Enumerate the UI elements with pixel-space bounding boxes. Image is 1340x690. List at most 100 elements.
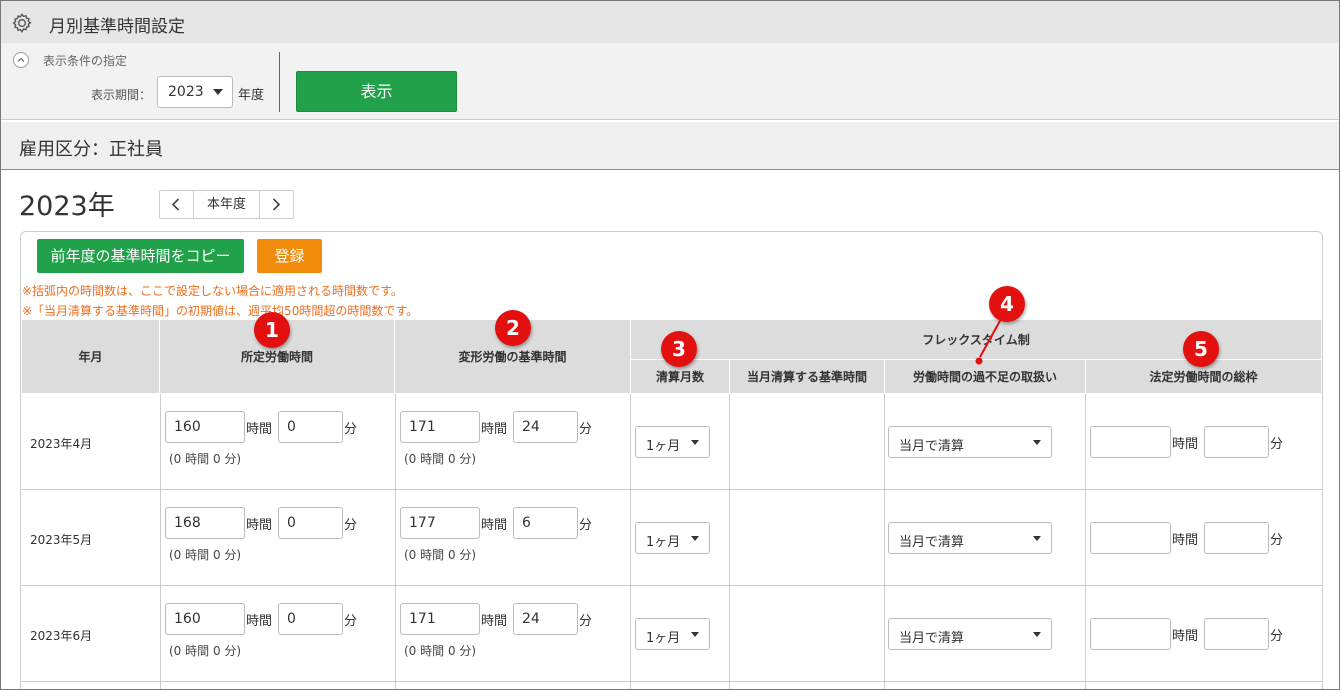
filter-section-label: 表示条件の指定 [43, 54, 128, 68]
dropdown-caret-icon [213, 89, 223, 95]
callout-badge-2: 2 [495, 310, 531, 346]
callout-badge-5: 5 [1183, 331, 1219, 367]
minute-unit-label: 分 [579, 422, 593, 437]
month-label: 2023年5月 [30, 533, 93, 547]
scheduled-hours-input[interactable]: 160 [165, 411, 245, 443]
gear-icon [12, 13, 32, 34]
settlement-months-select[interactable]: 1ヶ月 [635, 426, 710, 458]
handling-value: 当月で清算 [899, 439, 965, 454]
table-row: 2023年5月 168 時間 0 分 (0 時間 0 分) 177 時間 6 分… [22, 490, 1322, 586]
minute-unit-label: 分 [579, 614, 593, 629]
scheduled-minutes-input[interactable]: 0 [278, 603, 343, 635]
variable-hours-input[interactable]: 177 [400, 507, 480, 539]
year-navigator: 本年度 [159, 190, 294, 219]
employment-type-bar: 雇用区分：正社員 [1, 122, 1339, 170]
hour-unit-label: 時間 [1172, 437, 1199, 452]
variable-minutes-input[interactable]: 6 [513, 507, 578, 539]
header-monthly-settlement-hours: 当月清算する基準時間 [730, 360, 885, 394]
variable-minutes-input[interactable]: 24 [513, 411, 578, 443]
note-text: ※「当月清算する基準時間」の初期値は、週平均50時間超の時間数です。 [22, 304, 419, 318]
variable-default-text: (0 時間 0 分) [404, 644, 477, 658]
handling-select[interactable]: 当月で清算 [888, 618, 1052, 650]
copy-previous-year-button[interactable]: 前年度の基準時間をコピー [37, 239, 244, 273]
filter-panel: 表示条件の指定 表示期間： 2023 年度 表示 [1, 43, 1339, 120]
minute-unit-label: 分 [344, 614, 358, 629]
scheduled-default-text: (0 時間 0 分) [169, 644, 242, 658]
variable-default-text: (0 時間 0 分) [404, 452, 477, 466]
collapse-icon[interactable] [13, 52, 29, 68]
hour-unit-label: 時間 [246, 518, 273, 533]
header-year-month: 年月 [22, 320, 160, 394]
hour-unit-label: 時間 [246, 422, 273, 437]
year-heading: 2023年 [19, 191, 115, 222]
callout-badge-1: 1 [254, 312, 290, 348]
statutory-hours-input[interactable] [1090, 426, 1171, 458]
variable-hours-input[interactable]: 171 [400, 411, 480, 443]
statutory-minutes-input[interactable] [1204, 426, 1269, 458]
handling-value: 当月で清算 [899, 631, 965, 646]
dropdown-caret-icon [1033, 632, 1041, 637]
scheduled-default-text: (0 時間 0 分) [169, 452, 242, 466]
header-excess-deficit-handling: 労働時間の過不足の取扱い [885, 360, 1086, 394]
dropdown-caret-icon [1033, 536, 1041, 541]
settlement-months-select[interactable]: 1ヶ月 [635, 618, 710, 650]
handling-select[interactable]: 当月で清算 [888, 426, 1052, 458]
minute-unit-label: 分 [1270, 533, 1284, 548]
app-frame: 月別基準時間設定 表示条件の指定 表示期間： 2023 年度 表示 雇用区分：正… [0, 0, 1340, 690]
scheduled-default-text: (0 時間 0 分) [169, 548, 242, 562]
chevron-left-icon [171, 198, 180, 211]
settlement-months-select[interactable]: 1ヶ月 [635, 522, 710, 554]
period-label: 表示期間： [91, 88, 152, 102]
settlement-months-value: 1ヶ月 [646, 631, 681, 646]
scheduled-minutes-input[interactable]: 0 [278, 411, 343, 443]
note-text: ※括弧内の時間数は、ここで設定しない場合に適用される時間数です。 [22, 284, 403, 298]
title-bar: 月別基準時間設定 [1, 1, 1339, 43]
show-button[interactable]: 表示 [296, 71, 457, 112]
settlement-months-value: 1ヶ月 [646, 535, 681, 550]
dropdown-caret-icon [691, 632, 699, 637]
dropdown-caret-icon [691, 440, 699, 445]
dropdown-caret-icon [691, 536, 699, 541]
month-label: 2023年4月 [30, 437, 93, 451]
next-year-button[interactable] [259, 191, 293, 218]
previous-year-button[interactable] [160, 191, 194, 218]
callout-badge-3: 3 [661, 331, 697, 367]
divider [279, 52, 280, 112]
scheduled-hours-input[interactable]: 160 [165, 603, 245, 635]
statutory-minutes-input[interactable] [1204, 618, 1269, 650]
year-suffix-label: 年度 [238, 88, 265, 103]
statutory-minutes-input[interactable] [1204, 522, 1269, 554]
month-label: 2023年6月 [30, 629, 93, 643]
page-title: 月別基準時間設定 [49, 17, 185, 37]
employment-type-label: 雇用区分：正社員 [19, 139, 163, 160]
year-select-value: 2023 [168, 84, 204, 100]
dropdown-caret-icon [1033, 440, 1041, 445]
variable-minutes-input[interactable]: 24 [513, 603, 578, 635]
table-row: 2023年4月 160 時間 0 分 (0 時間 0 分) 171 時間 24 … [22, 394, 1322, 490]
register-button[interactable]: 登録 [257, 239, 322, 273]
current-year-button[interactable]: 本年度 [194, 191, 259, 218]
hour-unit-label: 時間 [481, 422, 508, 437]
monthly-hours-table: 年月 所定労働時間 変形労働の基準時間 フレックスタイム制 清算月数 当月清算す… [22, 320, 1322, 689]
minute-unit-label: 分 [1270, 437, 1284, 452]
handling-select[interactable]: 当月で清算 [888, 522, 1052, 554]
scheduled-hours-input[interactable]: 168 [165, 507, 245, 539]
hour-unit-label: 時間 [481, 614, 508, 629]
callout-badge-4: 4 [989, 286, 1025, 322]
scheduled-minutes-input[interactable]: 0 [278, 507, 343, 539]
variable-hours-input[interactable]: 171 [400, 603, 480, 635]
table-row: 2023年6月 160 時間 0 分 (0 時間 0 分) 171 時間 24 … [22, 586, 1322, 682]
minute-unit-label: 分 [1270, 629, 1284, 644]
statutory-hours-input[interactable] [1090, 618, 1171, 650]
hour-unit-label: 時間 [481, 518, 508, 533]
statutory-hours-input[interactable] [1090, 522, 1171, 554]
hour-unit-label: 時間 [246, 614, 273, 629]
header-flex-group: フレックスタイム制 [631, 320, 1322, 360]
hour-unit-label: 時間 [1172, 533, 1199, 548]
year-select[interactable]: 2023 [157, 76, 233, 108]
handling-value: 当月で清算 [899, 535, 965, 550]
minute-unit-label: 分 [344, 518, 358, 533]
hour-unit-label: 時間 [1172, 629, 1199, 644]
settlement-months-value: 1ヶ月 [646, 439, 681, 454]
minute-unit-label: 分 [579, 518, 593, 533]
